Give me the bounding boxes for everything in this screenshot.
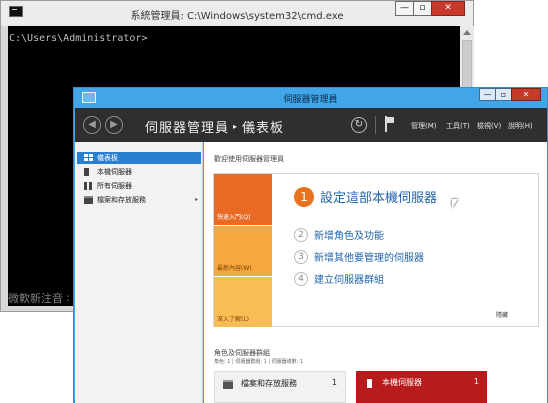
file-storage-icon — [84, 196, 93, 204]
breadcrumb-root[interactable]: 伺服器管理員 — [145, 121, 229, 136]
menu-tools[interactable]: 工具(T) — [446, 121, 470, 131]
forward-arrow-icon[interactable]: ▶ — [105, 116, 123, 134]
server-manager-window: 伺服器管理員 — ▫ ✕ ◀ ▶ 伺服器管理員 ▸ 儀表板 ↻ 管理(M) 工具(T… — [73, 87, 548, 403]
cmd-minimize-button[interactable]: — — [395, 1, 414, 16]
tab-learn-more[interactable]: 深入了解(L) — [214, 277, 272, 327]
file-storage-icon — [223, 380, 233, 389]
dashboard-icon — [84, 154, 93, 162]
ime-status: 微軟新注音 ∶ — [8, 292, 70, 305]
local-server-icon — [84, 168, 89, 176]
menu-help[interactable]: 說明(H) — [508, 121, 533, 131]
chevron-right-icon[interactable]: ▸ — [195, 194, 198, 206]
cmd-close-button[interactable]: ✕ — [431, 1, 465, 16]
sidebar-item-label: 檔案和存放服務 — [97, 196, 146, 204]
step-number-badge: 1 — [294, 186, 314, 207]
scroll-thumb[interactable] — [462, 40, 472, 90]
breadcrumb-current: 儀表板 — [242, 121, 285, 136]
sidebar-item-dashboard[interactable]: 儀表板 — [77, 152, 201, 164]
step-link[interactable]: 新增角色及功能 — [314, 231, 384, 242]
sidebar-item-label: 所有伺服器 — [97, 182, 132, 190]
sm-close-button[interactable]: ✕ — [511, 88, 541, 101]
step-number-badge: 2 — [294, 227, 308, 242]
refresh-icon[interactable]: ↻ — [351, 117, 367, 133]
sidebar: 儀表板 本機伺服器 所有伺服器 檔案和存放服務 ▸ — [75, 142, 203, 403]
menu-view[interactable]: 檢視(V) — [477, 121, 501, 131]
step-add-roles[interactable]: 2 新增角色及功能 — [294, 224, 384, 243]
tab-label: 深入了解(L) — [217, 316, 250, 323]
sidebar-item-all-servers[interactable]: 所有伺服器 — [77, 180, 201, 192]
sidebar-item-file-storage[interactable]: 檔案和存放服務 ▸ — [77, 194, 201, 206]
breadcrumb: 伺服器管理員 ▸ 儀表板 — [145, 117, 284, 136]
tab-label: 快速入門(Q) — [217, 214, 251, 221]
step-create-server-group[interactable]: 4 建立伺服器群組 — [294, 268, 384, 287]
step-configure-local-server[interactable]: 1 設定這部本機伺服器 — [294, 186, 437, 207]
tile-count: 1 — [331, 378, 337, 387]
sm-toolbar: ◀ ▶ 伺服器管理員 ▸ 儀表板 ↻ 管理(M) 工具(T) 檢視(V) 說明(H) — [75, 108, 547, 142]
notifications-flag-icon[interactable] — [385, 116, 395, 132]
welcome-title: 歡迎使用伺服器管理員 — [214, 155, 284, 163]
quick-start-panel: 快速入門(Q) 最新內容(W) 深入了解(L) 1 設定這部本機伺服器 2 新增角色… — [213, 173, 539, 327]
roles-summary: 角色: 1 | 伺服器群組: 1 | 伺服器總數: 1 — [214, 359, 304, 365]
step-number-badge: 4 — [294, 271, 308, 286]
tile-count: 1 — [473, 377, 479, 386]
mouse-pointer-icon — [452, 199, 458, 208]
tab-label: 最新內容(W) — [217, 265, 252, 272]
back-arrow-icon[interactable]: ◀ — [83, 116, 101, 134]
cmd-prompt: C:\Users\Administrator> — [9, 33, 148, 44]
sm-window-controls: — ▫ ✕ — [479, 88, 541, 101]
cmd-title-bar[interactable]: 系統管理員: C:\Windows\system32\cmd.exe — ▫ ✕ — [1, 1, 473, 26]
menu-manage[interactable]: 管理(M) — [411, 121, 437, 131]
all-servers-icon — [84, 182, 93, 190]
toolbar-divider — [375, 116, 376, 134]
sidebar-item-local-server[interactable]: 本機伺服器 — [77, 166, 201, 178]
step-link[interactable]: 新增其他要管理的伺服器 — [314, 253, 424, 264]
scroll-up-arrow-icon[interactable] — [463, 30, 471, 35]
step-link[interactable]: 設定這部本機伺服器 — [320, 191, 437, 206]
step-link[interactable]: 建立伺服器群組 — [314, 275, 384, 286]
cmd-window-controls: — ▫ ✕ — [395, 1, 465, 16]
sm-restore-button[interactable]: ▫ — [495, 88, 512, 101]
sm-window-title: 伺服器管理員 — [283, 95, 338, 105]
sm-title-bar[interactable]: 伺服器管理員 — ▫ ✕ — [74, 88, 547, 108]
sidebar-item-label: 儀表板 — [97, 154, 118, 162]
roles-section-title: 角色及伺服器群組 — [214, 349, 270, 357]
dashboard-content: 歡迎使用伺服器管理員 快速入門(Q) 最新內容(W) 深入了解(L) 1 設定這部… — [204, 142, 547, 403]
tab-quick-start[interactable]: 快速入門(Q) — [214, 174, 272, 225]
tile-local-server[interactable]: 本機伺服器 1 — [356, 371, 487, 403]
local-server-icon — [367, 379, 372, 388]
tile-name: 本機伺服器 — [382, 378, 422, 387]
tab-whats-new[interactable]: 最新內容(W) — [214, 226, 272, 276]
step-add-servers[interactable]: 3 新增其他要管理的伺服器 — [294, 246, 424, 265]
breadcrumb-separator-icon: ▸ — [233, 122, 239, 131]
sidebar-item-label: 本機伺服器 — [97, 168, 132, 176]
step-number-badge: 3 — [294, 249, 308, 264]
cmd-restore-button[interactable]: ▫ — [413, 1, 432, 16]
tile-file-storage[interactable]: 檔案和存放服務 1 — [214, 371, 346, 403]
sm-minimize-button[interactable]: — — [479, 88, 496, 101]
hide-button[interactable]: 隱藏 — [496, 310, 508, 319]
tile-name: 檔案和存放服務 — [241, 379, 297, 388]
